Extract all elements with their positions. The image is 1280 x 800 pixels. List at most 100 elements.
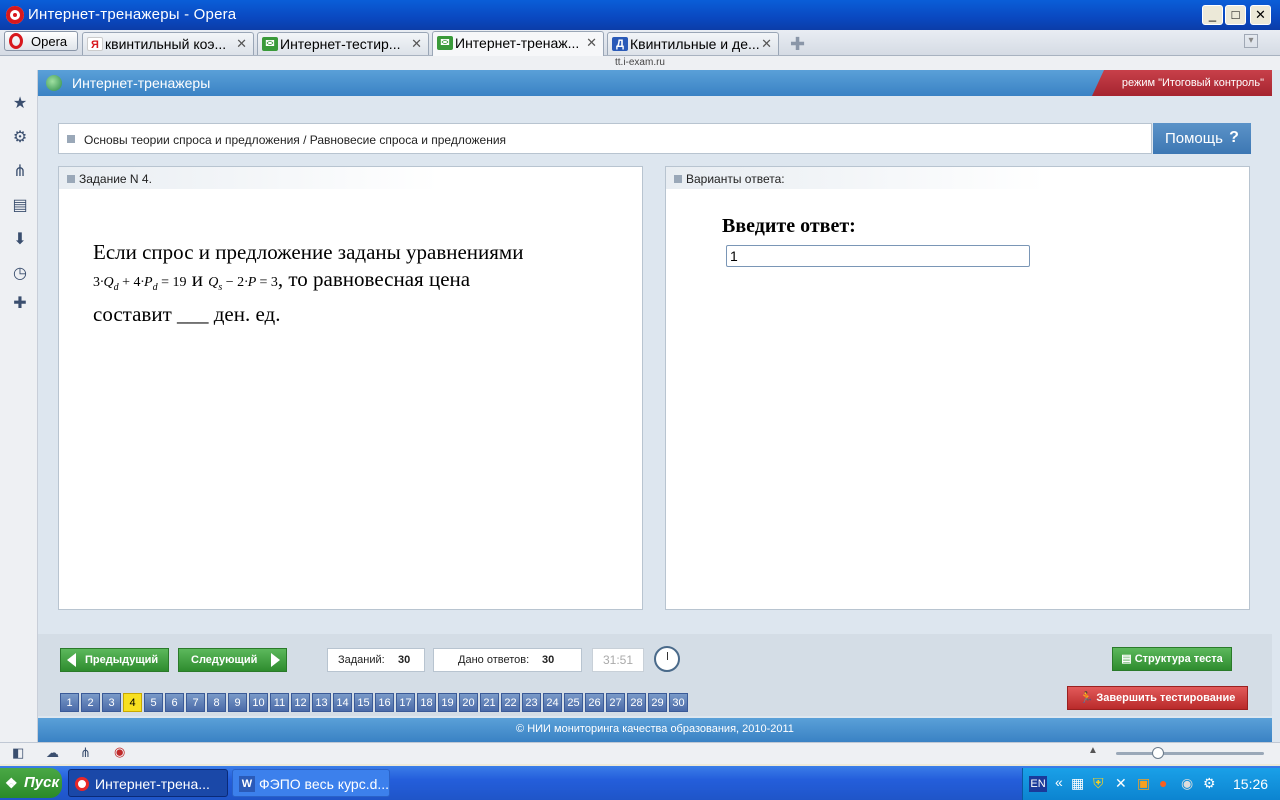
- network-icon[interactable]: ▦: [1071, 775, 1084, 792]
- tab-close-icon[interactable]: ✕: [586, 35, 597, 51]
- language-indicator[interactable]: EN: [1029, 776, 1047, 792]
- question-number-button[interactable]: 19: [438, 693, 457, 712]
- new-tab-icon[interactable]: ✚: [790, 34, 805, 55]
- unite-icon[interactable]: ⋔: [80, 745, 91, 761]
- question-number-button[interactable]: 9: [228, 693, 247, 712]
- shield-icon[interactable]: ⛨: [1093, 775, 1104, 792]
- tab-close-icon[interactable]: ✕: [411, 36, 422, 52]
- tab-close-icon[interactable]: ✕: [236, 36, 247, 52]
- question-number-button[interactable]: 15: [354, 693, 373, 712]
- question-number: Задание N 4.: [79, 172, 152, 186]
- question-number-button[interactable]: 13: [312, 693, 331, 712]
- question-number-button[interactable]: 5: [144, 693, 163, 712]
- share-icon[interactable]: ⋔: [10, 162, 30, 182]
- site-header: Интернет-тренажеры: [38, 70, 1272, 96]
- closed-tabs-icon[interactable]: ▾: [1244, 34, 1258, 48]
- mode-badge: режим "Итоговый контроль": [1092, 70, 1272, 96]
- question-number-button[interactable]: 7: [186, 693, 205, 712]
- app-tray-icon[interactable]: ▣: [1137, 775, 1150, 792]
- question-number-button[interactable]: 21: [480, 693, 499, 712]
- gear-icon[interactable]: ⚙: [10, 128, 30, 148]
- question-number-button[interactable]: 22: [501, 693, 520, 712]
- browser-status-bar: ◧ ☁ ⋔ ◉ ▲: [0, 742, 1280, 764]
- question-number-button[interactable]: 4: [123, 693, 142, 712]
- question-number-button[interactable]: 25: [564, 693, 583, 712]
- minimize-button[interactable]: _: [1202, 5, 1223, 25]
- breadcrumb: Основы теории спроса и предложения / Рав…: [58, 123, 1152, 154]
- question-number-button[interactable]: 27: [606, 693, 625, 712]
- next-button[interactable]: Следующий: [178, 648, 287, 672]
- window-titlebar: Интернет-тренажеры - Opera _ □ ✕: [0, 0, 1280, 30]
- breadcrumb-text: Основы теории спроса и предложения / Рав…: [84, 133, 507, 147]
- answer-input[interactable]: [726, 245, 1030, 267]
- add-panel-icon[interactable]: ✚: [10, 294, 30, 314]
- question-number-button[interactable]: 1: [60, 693, 79, 712]
- question-number-button[interactable]: 8: [207, 693, 226, 712]
- question-number-button[interactable]: 24: [543, 693, 562, 712]
- question-number-button[interactable]: 2: [81, 693, 100, 712]
- help-button[interactable]: Помощь ?: [1153, 123, 1251, 154]
- downloads-icon[interactable]: ⬇: [10, 230, 30, 250]
- app-tray-icon-2[interactable]: ●: [1159, 775, 1167, 791]
- tab-internet-trainers[interactable]: ✉ Интернет-тренаж... ✕: [432, 31, 604, 56]
- answer-header-text: Варианты ответа:: [686, 172, 785, 186]
- address-bar[interactable]: tt.i-exam.ru: [0, 56, 1280, 70]
- tray-expand-icon[interactable]: «: [1055, 774, 1063, 790]
- question-number-button[interactable]: 28: [627, 693, 646, 712]
- zoom-slider[interactable]: [1116, 752, 1264, 755]
- arrow-left-icon: [67, 653, 76, 667]
- question-mark-icon: ?: [1229, 129, 1239, 146]
- speaker-mute-icon[interactable]: ✕: [1115, 775, 1127, 792]
- question-number-button[interactable]: 29: [648, 693, 667, 712]
- zoom-slider-handle[interactable]: [1152, 747, 1164, 759]
- notes-icon[interactable]: ▤: [10, 196, 30, 216]
- site-footer: © НИИ мониторинга качества образования, …: [38, 718, 1272, 742]
- taskbar-item-word[interactable]: W ФЭПО весь курс.d...: [232, 769, 390, 797]
- site-favicon-icon: ✉: [437, 36, 453, 50]
- equation-supply: Qs − 2·P = 3: [208, 275, 278, 293]
- app-tray-icon-4[interactable]: ⚙: [1203, 775, 1216, 792]
- question-number-button[interactable]: 17: [396, 693, 415, 712]
- tab-yandex[interactable]: Я квинтильный коэ... ✕: [82, 32, 254, 55]
- answer-panel: Варианты ответа: Введите ответ:: [665, 166, 1250, 610]
- question-number-button[interactable]: 16: [375, 693, 394, 712]
- tab-label: квинтильный коэ...: [105, 36, 227, 52]
- tab-close-icon[interactable]: ✕: [761, 36, 772, 52]
- question-number-button[interactable]: 18: [417, 693, 436, 712]
- running-man-icon: 🏃: [1079, 692, 1097, 704]
- question-number-button[interactable]: 6: [165, 693, 184, 712]
- timer: 31:51: [592, 648, 644, 672]
- test-structure-button[interactable]: ▤ Структура теста: [1112, 647, 1232, 671]
- question-number-button[interactable]: 11: [270, 693, 289, 712]
- opera-menu-button[interactable]: Opera: [4, 31, 78, 51]
- question-number-button[interactable]: 20: [459, 693, 478, 712]
- question-number-button[interactable]: 30: [669, 693, 688, 712]
- bullet-icon: [674, 175, 682, 183]
- help-label: Помощь: [1165, 130, 1223, 147]
- history-clock-icon[interactable]: ◷: [10, 264, 30, 284]
- question-number-button[interactable]: 10: [249, 693, 268, 712]
- cloud-icon[interactable]: ☁: [46, 745, 59, 761]
- start-button[interactable]: ❖ Пуск: [0, 768, 62, 798]
- question-number-button[interactable]: 26: [585, 693, 604, 712]
- taskbar-item-opera[interactable]: Интернет-трена...: [68, 769, 228, 797]
- app-tray-icon-3[interactable]: ◉: [1181, 775, 1193, 792]
- close-window-button[interactable]: ✕: [1250, 5, 1271, 25]
- window-title: Интернет-тренажеры - Opera: [28, 6, 237, 23]
- question-number-button[interactable]: 23: [522, 693, 541, 712]
- maximize-button[interactable]: □: [1225, 5, 1246, 25]
- bullet-icon: [67, 175, 75, 183]
- prev-button[interactable]: Предыдущий: [60, 648, 169, 672]
- bookmarks-star-icon[interactable]: ★: [10, 94, 30, 114]
- panel-toggle-icon[interactable]: ◧: [12, 745, 24, 761]
- tab-internet-test[interactable]: ✉ Интернет-тестир... ✕: [257, 32, 429, 55]
- question-number-button[interactable]: 3: [102, 693, 121, 712]
- question-number-button[interactable]: 12: [291, 693, 310, 712]
- question-number-button[interactable]: 14: [333, 693, 352, 712]
- answer-label: Введите ответ:: [722, 215, 856, 237]
- tab-quintile[interactable]: Д Квинтильные и де... ✕: [607, 32, 779, 55]
- turbo-icon[interactable]: ◉: [114, 744, 125, 760]
- finish-test-button[interactable]: 🏃 Завершить тестирование: [1067, 686, 1248, 710]
- zoom-up-icon[interactable]: ▲: [1088, 745, 1098, 756]
- answer-header: Варианты ответа:: [666, 167, 1046, 189]
